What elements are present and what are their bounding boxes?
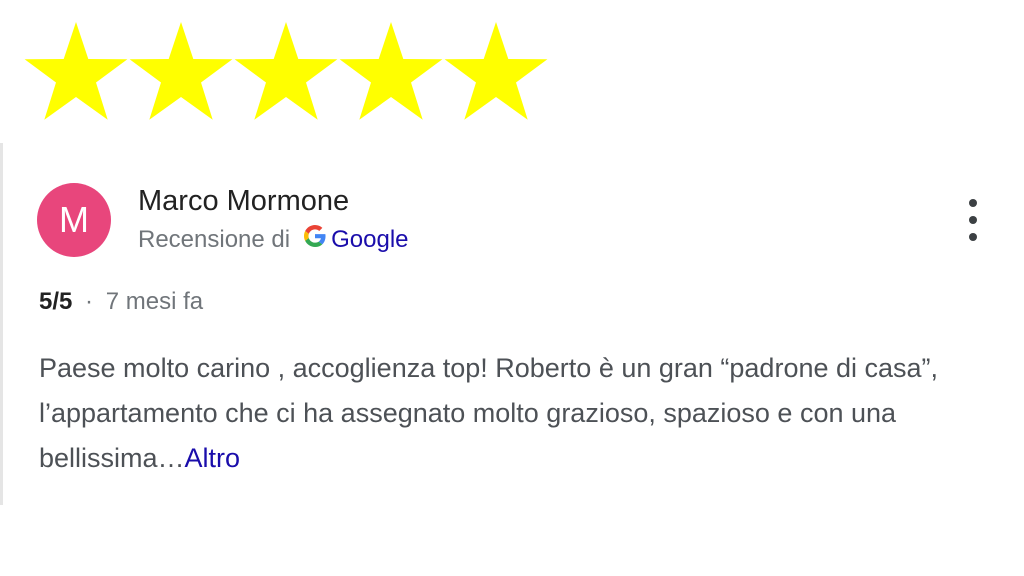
google-g-icon [304, 225, 326, 254]
more-options-button[interactable] [958, 195, 988, 245]
review-score: 5/5 [39, 288, 73, 315]
source-prefix: Recensione di [138, 225, 291, 253]
review-time: 7 mesi fa [105, 288, 204, 315]
avatar-letter: M [59, 199, 89, 240]
review-body: Paese molto carino , accoglienza top! Ro… [39, 346, 1014, 481]
rating-separator: · [85, 288, 94, 315]
more-vert-icon-dot [969, 216, 977, 224]
author-name[interactable]: Marco Mormone [138, 185, 349, 218]
review-source: Recensione di Google [138, 225, 409, 254]
star-icon [24, 22, 128, 120]
rating-line: 5/5 · 7 mesi fa [39, 288, 203, 316]
more-vert-icon-dot [969, 233, 977, 241]
more-vert-icon [969, 199, 977, 207]
star-icon [234, 22, 338, 120]
avatar[interactable]: M [37, 183, 111, 257]
star-icon [339, 22, 443, 120]
review-card: M Marco Mormone Recensione di Google 5/5… [0, 143, 1024, 505]
star-icon [129, 22, 233, 120]
star-rating [22, 22, 550, 122]
star-icon [444, 22, 548, 120]
read-more-link[interactable]: Altro [185, 443, 241, 473]
review-text: Paese molto carino , accoglienza top! Ro… [39, 353, 939, 473]
google-link[interactable]: Google [331, 226, 408, 254]
